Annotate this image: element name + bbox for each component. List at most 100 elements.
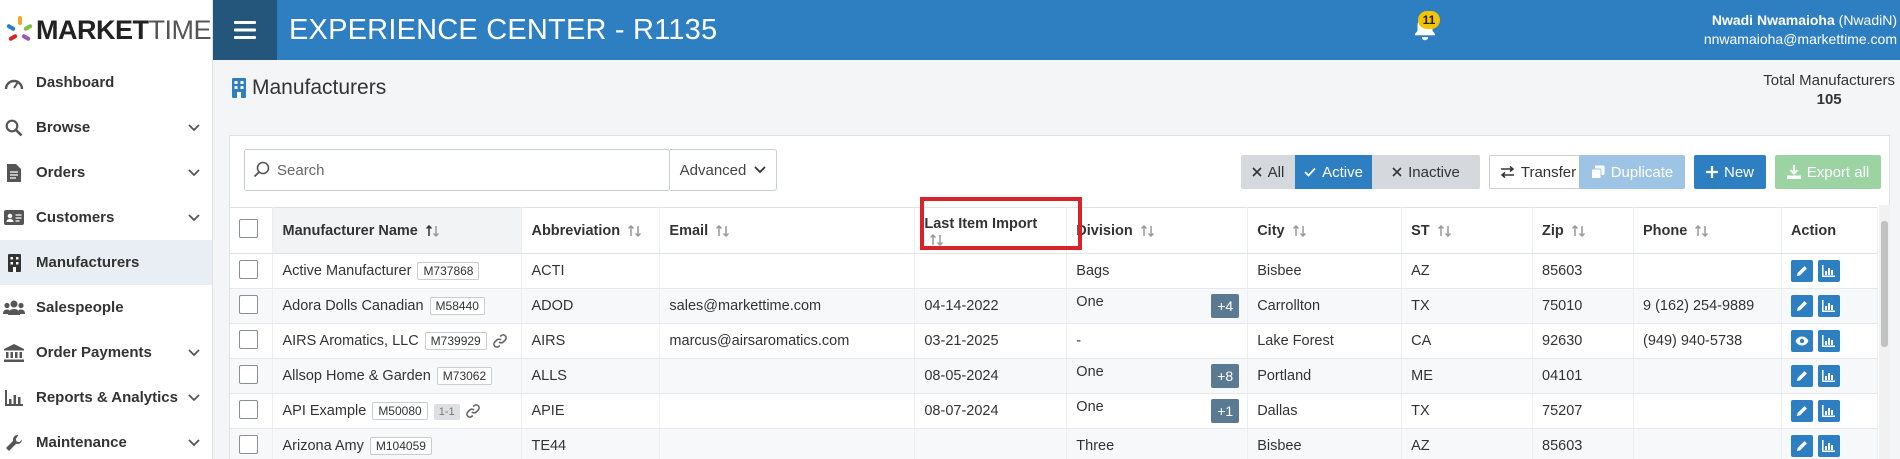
column-header-division[interactable]: Division — [1066, 207, 1249, 254]
sort-icon — [1292, 224, 1306, 237]
cell-email[interactable] — [659, 253, 916, 289]
division-more-badge[interactable]: +4 — [1211, 294, 1240, 318]
analytics-button[interactable] — [1817, 295, 1840, 317]
manufacturer-name[interactable]: Active Manufacturer — [282, 263, 411, 279]
row-checkbox[interactable] — [239, 399, 258, 419]
cell-division: One +1 — [1066, 393, 1249, 429]
column-header-name[interactable]: Manufacturer Name — [272, 207, 523, 254]
user-name: Nwadi Nwamaioha — [1711, 12, 1835, 28]
edit-button[interactable] — [1790, 400, 1813, 422]
column-header-st[interactable]: ST — [1401, 207, 1534, 254]
manufacturers-panel: Advanced All Active Inactive Transfer Du… — [229, 135, 1890, 459]
edit-button[interactable] — [1790, 295, 1813, 317]
row-checkbox[interactable] — [239, 364, 258, 384]
sidebar-item-salespeople[interactable]: Salespeople — [0, 285, 212, 330]
column-header-phone[interactable]: Phone — [1633, 207, 1782, 254]
scrollbar-thumb[interactable] — [1881, 221, 1888, 347]
table-row[interactable]: API Example M50080 1-1 APIE 08-07-2024 One +1 D… — [230, 393, 1879, 429]
sidebar-item-dashboard[interactable]: Dashboard — [0, 60, 212, 105]
table-row[interactable]: Arizona Amy M104059 TE44 Three Bisbee AZ 85603 — [230, 428, 1879, 459]
row-checkbox[interactable] — [239, 259, 258, 279]
cell-actions — [1781, 323, 1879, 359]
table-row[interactable]: AIRS Aromatics, LLC M739929 AIRS marcus@air… — [230, 323, 1879, 359]
filter-inactive-button[interactable]: Inactive — [1372, 155, 1480, 189]
column-header-zip[interactable]: Zip — [1532, 207, 1634, 254]
chevron-down-icon[interactable] — [188, 434, 202, 448]
cell-email[interactable] — [659, 358, 916, 394]
column-header-last-item-import[interactable]: Last Item Import — [914, 207, 1068, 254]
division-more-badge[interactable]: +8 — [1211, 364, 1240, 388]
advanced-search-button[interactable]: Advanced — [670, 149, 777, 191]
cell-zip: 75010 — [1532, 288, 1634, 324]
column-zip-label: Zip — [1542, 222, 1564, 239]
sidebar-item-browse[interactable]: Browse — [0, 105, 212, 150]
sidebar-item-orders[interactable]: Orders — [0, 150, 212, 195]
view-button[interactable] — [1790, 330, 1813, 352]
manufacturer-name[interactable]: Arizona Amy — [282, 438, 363, 454]
cell-name: Arizona Amy M104059 — [272, 428, 523, 459]
cell-email[interactable] — [659, 393, 916, 429]
sidebar-item-label: Dashboard — [36, 74, 115, 91]
sidebar-item-maintenance[interactable]: Maintenance — [0, 420, 212, 459]
chevron-down-icon[interactable] — [188, 209, 202, 223]
new-button[interactable]: New — [1694, 155, 1766, 189]
hamburger-menu-button[interactable] — [213, 0, 277, 60]
analytics-button[interactable] — [1817, 260, 1840, 282]
search-input[interactable] — [277, 161, 657, 179]
brand-logo[interactable]: MARKETTIME — [0, 0, 212, 60]
edit-button[interactable] — [1790, 260, 1813, 282]
chevron-down-icon[interactable] — [188, 389, 202, 403]
select-all-checkbox[interactable] — [239, 219, 258, 238]
sidebar-item-manufacturers[interactable]: Manufacturers — [0, 240, 212, 285]
analytics-button[interactable] — [1817, 435, 1840, 457]
sidebar-item-order-payments[interactable]: Order Payments — [0, 330, 212, 375]
sidebar-item-reports-analytics[interactable]: Reports & Analytics — [0, 375, 212, 420]
wrench-icon — [2, 433, 26, 453]
manufacturer-name[interactable]: Adora Dolls Canadian — [282, 298, 423, 314]
manufacturer-name[interactable]: Allsop Home & Garden — [282, 368, 430, 384]
division-more-badge[interactable]: +1 — [1211, 399, 1240, 423]
division-value: - — [1076, 333, 1082, 349]
cell-name: Adora Dolls Canadian M58440 — [272, 288, 523, 324]
hamburger-icon — [234, 21, 256, 39]
link-icon[interactable] — [465, 404, 480, 419]
analytics-button[interactable] — [1817, 330, 1840, 352]
row-checkbox[interactable] — [239, 294, 258, 314]
export-all-button[interactable]: Export all — [1775, 155, 1881, 189]
user-menu[interactable]: Nwadi Nwamaioha (NwadiN) nnwamaioha@mark… — [1704, 11, 1897, 49]
sidebar-item-customers[interactable]: Customers — [0, 195, 212, 240]
manufacturer-name[interactable]: AIRS Aromatics, LLC — [282, 333, 418, 349]
analytics-button[interactable] — [1817, 400, 1840, 422]
cell-email[interactable]: marcus@airsaromatics.com — [659, 323, 916, 359]
table-row[interactable]: Allsop Home & Garden M73062 ALLS 08-05-2024… — [230, 358, 1879, 394]
link-icon[interactable] — [492, 334, 507, 349]
filter-active-button[interactable]: Active — [1295, 155, 1372, 189]
column-header-city[interactable]: City — [1247, 207, 1403, 254]
row-checkbox[interactable] — [239, 434, 258, 454]
table-row[interactable]: Adora Dolls Canadian M58440 ADOD sales@mark… — [230, 288, 1879, 324]
edit-button[interactable] — [1790, 365, 1813, 387]
cell-email[interactable] — [659, 428, 916, 459]
column-header-abbreviation[interactable]: Abbreviation — [521, 207, 661, 254]
table-scrollbar[interactable] — [1879, 205, 1890, 459]
cell-email[interactable]: sales@markettime.com — [659, 288, 916, 324]
chevron-down-icon[interactable] — [188, 164, 202, 178]
column-header-action: Action — [1781, 207, 1879, 254]
filter-active-label: Active — [1322, 163, 1363, 181]
column-header-email[interactable]: Email — [659, 207, 916, 254]
cell-name: Allsop Home & Garden M73062 — [272, 358, 523, 394]
manufacturer-name[interactable]: API Example — [282, 403, 366, 419]
analytics-button[interactable] — [1817, 365, 1840, 387]
cell-st: ME — [1401, 358, 1534, 394]
chevron-down-icon[interactable] — [188, 344, 202, 358]
duplicate-button[interactable]: Duplicate — [1579, 155, 1685, 189]
edit-button[interactable] — [1790, 435, 1813, 457]
cell-phone: 9 (162) 254-9889 — [1633, 288, 1782, 324]
table-row[interactable]: Active Manufacturer M737868 ACTI Bags Bisbee… — [230, 253, 1879, 289]
pencil-icon — [1796, 371, 1807, 381]
row-checkbox[interactable] — [239, 329, 258, 349]
transfer-button[interactable]: Transfer — [1489, 155, 1587, 189]
close-icon — [1392, 167, 1402, 177]
chevron-down-icon[interactable] — [188, 119, 202, 133]
filter-all-button[interactable]: All — [1241, 155, 1295, 189]
